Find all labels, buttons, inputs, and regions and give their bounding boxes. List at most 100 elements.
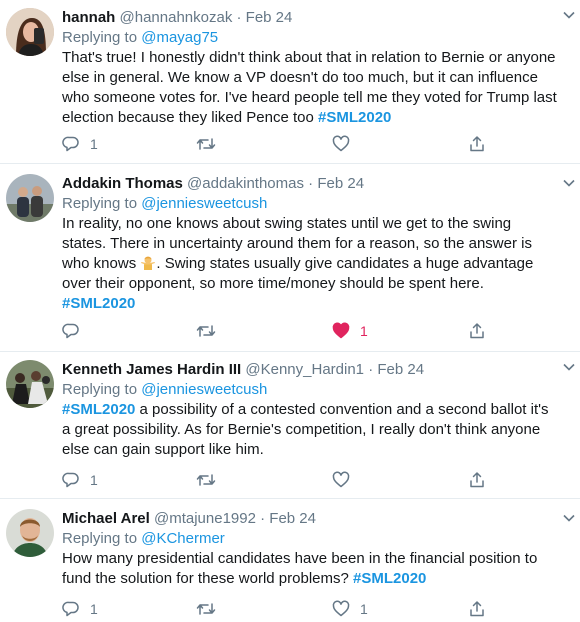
display-name[interactable]: Kenneth James Hardin III (62, 361, 241, 378)
heart-icon[interactable] (332, 135, 350, 153)
tweet-header: Addakin Thomas @addakinthomas · Feb 24 (62, 174, 558, 194)
retweet-action[interactable] (196, 134, 226, 154)
tweet-date[interactable]: Feb 24 (269, 510, 316, 527)
like-action[interactable]: 1 (332, 321, 368, 341)
reply-mention-link[interactable]: @jenniesweetcush (141, 381, 267, 398)
display-name[interactable]: Addakin Thomas (62, 175, 183, 192)
tweet-header: Michael Arel @mtajune1992 · Feb 24 (62, 509, 558, 529)
user-handle[interactable]: @mtajune1992 (154, 510, 256, 527)
tweet-text: How many presidential candidates have be… (62, 549, 558, 589)
reply-action[interactable]: 1 (62, 599, 98, 619)
reply-mention-link[interactable]: @KChermer (141, 530, 225, 547)
heart-icon[interactable] (332, 471, 350, 489)
replying-prefix: Replying to (62, 195, 142, 212)
separator-dot: · (260, 510, 266, 527)
separator-dot: · (308, 175, 314, 192)
like-count: 1 (360, 323, 368, 339)
replying-to: Replying to @mayag75 (62, 28, 558, 48)
display-name[interactable]: hannah (62, 9, 115, 26)
replying-prefix: Replying to (62, 381, 142, 398)
retweet-icon[interactable] (196, 471, 216, 489)
replying-to: Replying to @KChermer (62, 529, 558, 549)
tweet-actions: 1 1 (62, 599, 502, 619)
retweet-icon[interactable] (196, 600, 216, 618)
tweet-date[interactable]: Feb 24 (317, 175, 364, 192)
chevron-down-icon[interactable] (562, 511, 576, 525)
hashtag-link[interactable]: #SML2020 (62, 401, 135, 418)
tweet-actions: 1 (62, 470, 502, 490)
tweet[interactable]: Addakin Thomas @addakinthomas · Feb 24 R… (0, 164, 580, 352)
share-icon[interactable] (468, 600, 486, 618)
hashtag-link[interactable]: #SML2020 (62, 295, 135, 312)
reply-count: 1 (90, 136, 98, 152)
separator-dot: · (368, 361, 374, 378)
reply-action[interactable]: 1 (62, 134, 98, 154)
reply-icon[interactable] (62, 600, 80, 618)
heart-icon[interactable] (332, 322, 350, 340)
like-action[interactable] (332, 134, 360, 154)
tweet-body: How many presidential candidates have be… (62, 550, 538, 587)
replying-prefix: Replying to (62, 29, 142, 46)
replying-to: Replying to @jenniesweetcush (62, 194, 558, 214)
reply-icon[interactable] (62, 471, 80, 489)
share-action[interactable] (468, 134, 486, 154)
chevron-down-icon[interactable] (562, 360, 576, 374)
retweet-action[interactable] (196, 321, 226, 341)
user-handle[interactable]: @Kenny_Hardin1 (245, 361, 364, 378)
reply-count: 1 (90, 601, 98, 617)
user-handle[interactable]: @hannahnkozak (120, 9, 233, 26)
reply-mention-link[interactable]: @jenniesweetcush (141, 195, 267, 212)
share-icon[interactable] (468, 135, 486, 153)
reply-icon[interactable] (62, 135, 80, 153)
tweet-content: Addakin Thomas @addakinthomas · Feb 24 R… (62, 174, 558, 314)
tweet-content: Kenneth James Hardin III @Kenny_Hardin1 … (62, 360, 558, 460)
tweet[interactable]: hannah @hannahnkozak · Feb 24 Replying t… (0, 0, 580, 164)
tweet-feed: hannah @hannahnkozak · Feb 24 Replying t… (0, 0, 580, 622)
tweet-date[interactable]: Feb 24 (377, 361, 424, 378)
tweet-header: hannah @hannahnkozak · Feb 24 (62, 8, 558, 28)
replying-to: Replying to @jenniesweetcush (62, 380, 558, 400)
tweet-text: That's true! I honestly didn't think abo… (62, 48, 558, 128)
hashtag-link[interactable]: #SML2020 (318, 109, 391, 126)
avatar[interactable] (6, 174, 54, 222)
retweet-icon[interactable] (196, 322, 216, 340)
tweet-header: Kenneth James Hardin III @Kenny_Hardin1 … (62, 360, 558, 380)
share-action[interactable] (468, 599, 486, 619)
avatar[interactable] (6, 509, 54, 557)
reply-action[interactable] (62, 321, 90, 341)
avatar[interactable] (6, 8, 54, 56)
heart-icon[interactable] (332, 600, 350, 618)
like-action[interactable]: 1 (332, 599, 368, 619)
share-icon[interactable] (468, 471, 486, 489)
tweet-body: a possibility of a contested convention … (62, 401, 549, 458)
chevron-down-icon[interactable] (562, 176, 576, 190)
like-count: 1 (360, 601, 368, 617)
reply-action[interactable]: 1 (62, 470, 98, 490)
tweet[interactable]: Michael Arel @mtajune1992 · Feb 24 Reply… (0, 499, 580, 622)
share-icon[interactable] (468, 322, 486, 340)
tweet-date[interactable]: Feb 24 (246, 9, 293, 26)
tweet[interactable]: Kenneth James Hardin III @Kenny_Hardin1 … (0, 352, 580, 499)
user-handle[interactable]: @addakinthomas (187, 175, 304, 192)
separator-dot: · (236, 9, 242, 26)
reply-mention-link[interactable]: @mayag75 (141, 29, 218, 46)
tweet-actions: 1 (62, 321, 502, 341)
reply-count: 1 (90, 472, 98, 488)
avatar[interactable] (6, 360, 54, 408)
tweet-content: Michael Arel @mtajune1992 · Feb 24 Reply… (62, 509, 558, 589)
retweet-icon[interactable] (196, 135, 216, 153)
reply-icon[interactable] (62, 322, 80, 340)
display-name[interactable]: Michael Arel (62, 510, 150, 527)
tweet-body: That's true! I honestly didn't think abo… (62, 49, 557, 126)
tweet-content: hannah @hannahnkozak · Feb 24 Replying t… (62, 8, 558, 128)
like-action[interactable] (332, 470, 360, 490)
retweet-action[interactable] (196, 599, 226, 619)
hashtag-link[interactable]: #SML2020 (353, 570, 426, 587)
share-action[interactable] (468, 470, 486, 490)
tweet-text: In reality, no one knows about swing sta… (62, 214, 558, 314)
person-shrugging-emoji (141, 256, 156, 270)
chevron-down-icon[interactable] (562, 8, 576, 22)
retweet-action[interactable] (196, 470, 226, 490)
tweet-text: #SML2020 a possibility of a contested co… (62, 400, 558, 460)
share-action[interactable] (468, 321, 486, 341)
